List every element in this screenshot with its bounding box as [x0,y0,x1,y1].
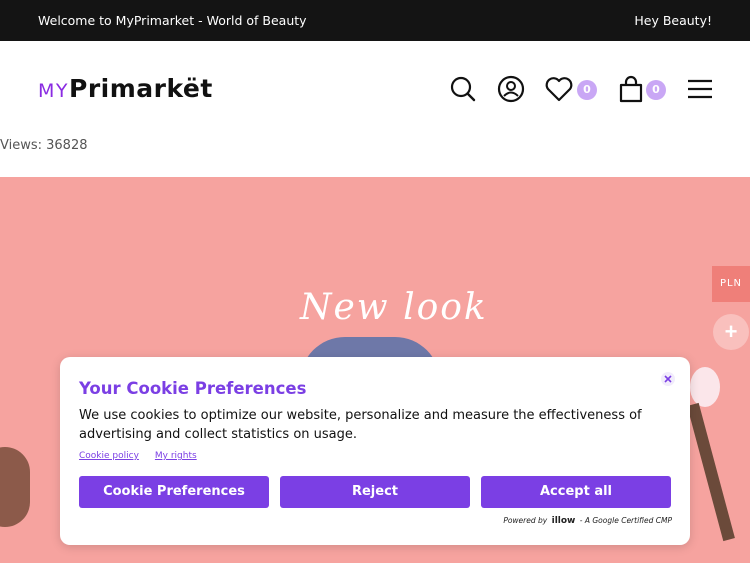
close-icon[interactable] [660,371,676,387]
accept-all-button[interactable]: Accept all [481,476,671,508]
site-header: MYPrimarkët 0 0 [0,41,750,136]
my-rights-link[interactable]: My rights [155,451,197,461]
makeup-brush-image [687,402,735,542]
top-announcement-bar: Welcome to MyPrimarket - World of Beauty… [0,0,750,41]
search-icon[interactable] [449,75,477,103]
brush-tip-image [690,367,720,407]
logo-brand: Primarkët [69,74,213,103]
menu-icon[interactable] [686,75,714,103]
cookie-preferences-button[interactable]: Cookie Preferences [79,476,269,508]
views-counter: Views: 36828 [0,138,88,153]
powered-note: - A Google Certified CMP [579,516,672,525]
powered-by-label: Powered by illow - A Google Certified CM… [503,516,672,526]
hero-title: New look [300,287,488,328]
currency-switcher[interactable]: PLN [712,266,750,302]
logo-my: MY [38,80,69,102]
cookie-links: Cookie policy My rights [79,451,213,461]
heart-icon[interactable] [544,75,573,103]
cookie-dialog-text: We use cookies to optimize our website, … [79,408,642,442]
cookie-dialog-title: Your Cookie Preferences [79,379,307,398]
reject-button[interactable]: Reject [280,476,470,508]
greeting-text: Hey Beauty! [634,13,712,28]
cookie-policy-link[interactable]: Cookie policy [79,451,139,461]
makeup-product-image [0,447,30,527]
welcome-text: Welcome to MyPrimarket - World of Beauty [38,13,307,28]
user-icon[interactable] [497,75,525,103]
powered-by-text: Powered by [503,516,548,525]
shopping-bag-icon[interactable] [617,75,645,103]
illow-logo[interactable]: illow [552,516,576,526]
cart-count-badge: 0 [646,80,666,100]
cookie-consent-dialog: Your Cookie Preferences We use cookies t… [60,357,690,545]
wishlist-count-badge: 0 [577,80,597,100]
site-logo[interactable]: MYPrimarkët [38,74,213,103]
plus-icon[interactable]: + [713,314,749,350]
